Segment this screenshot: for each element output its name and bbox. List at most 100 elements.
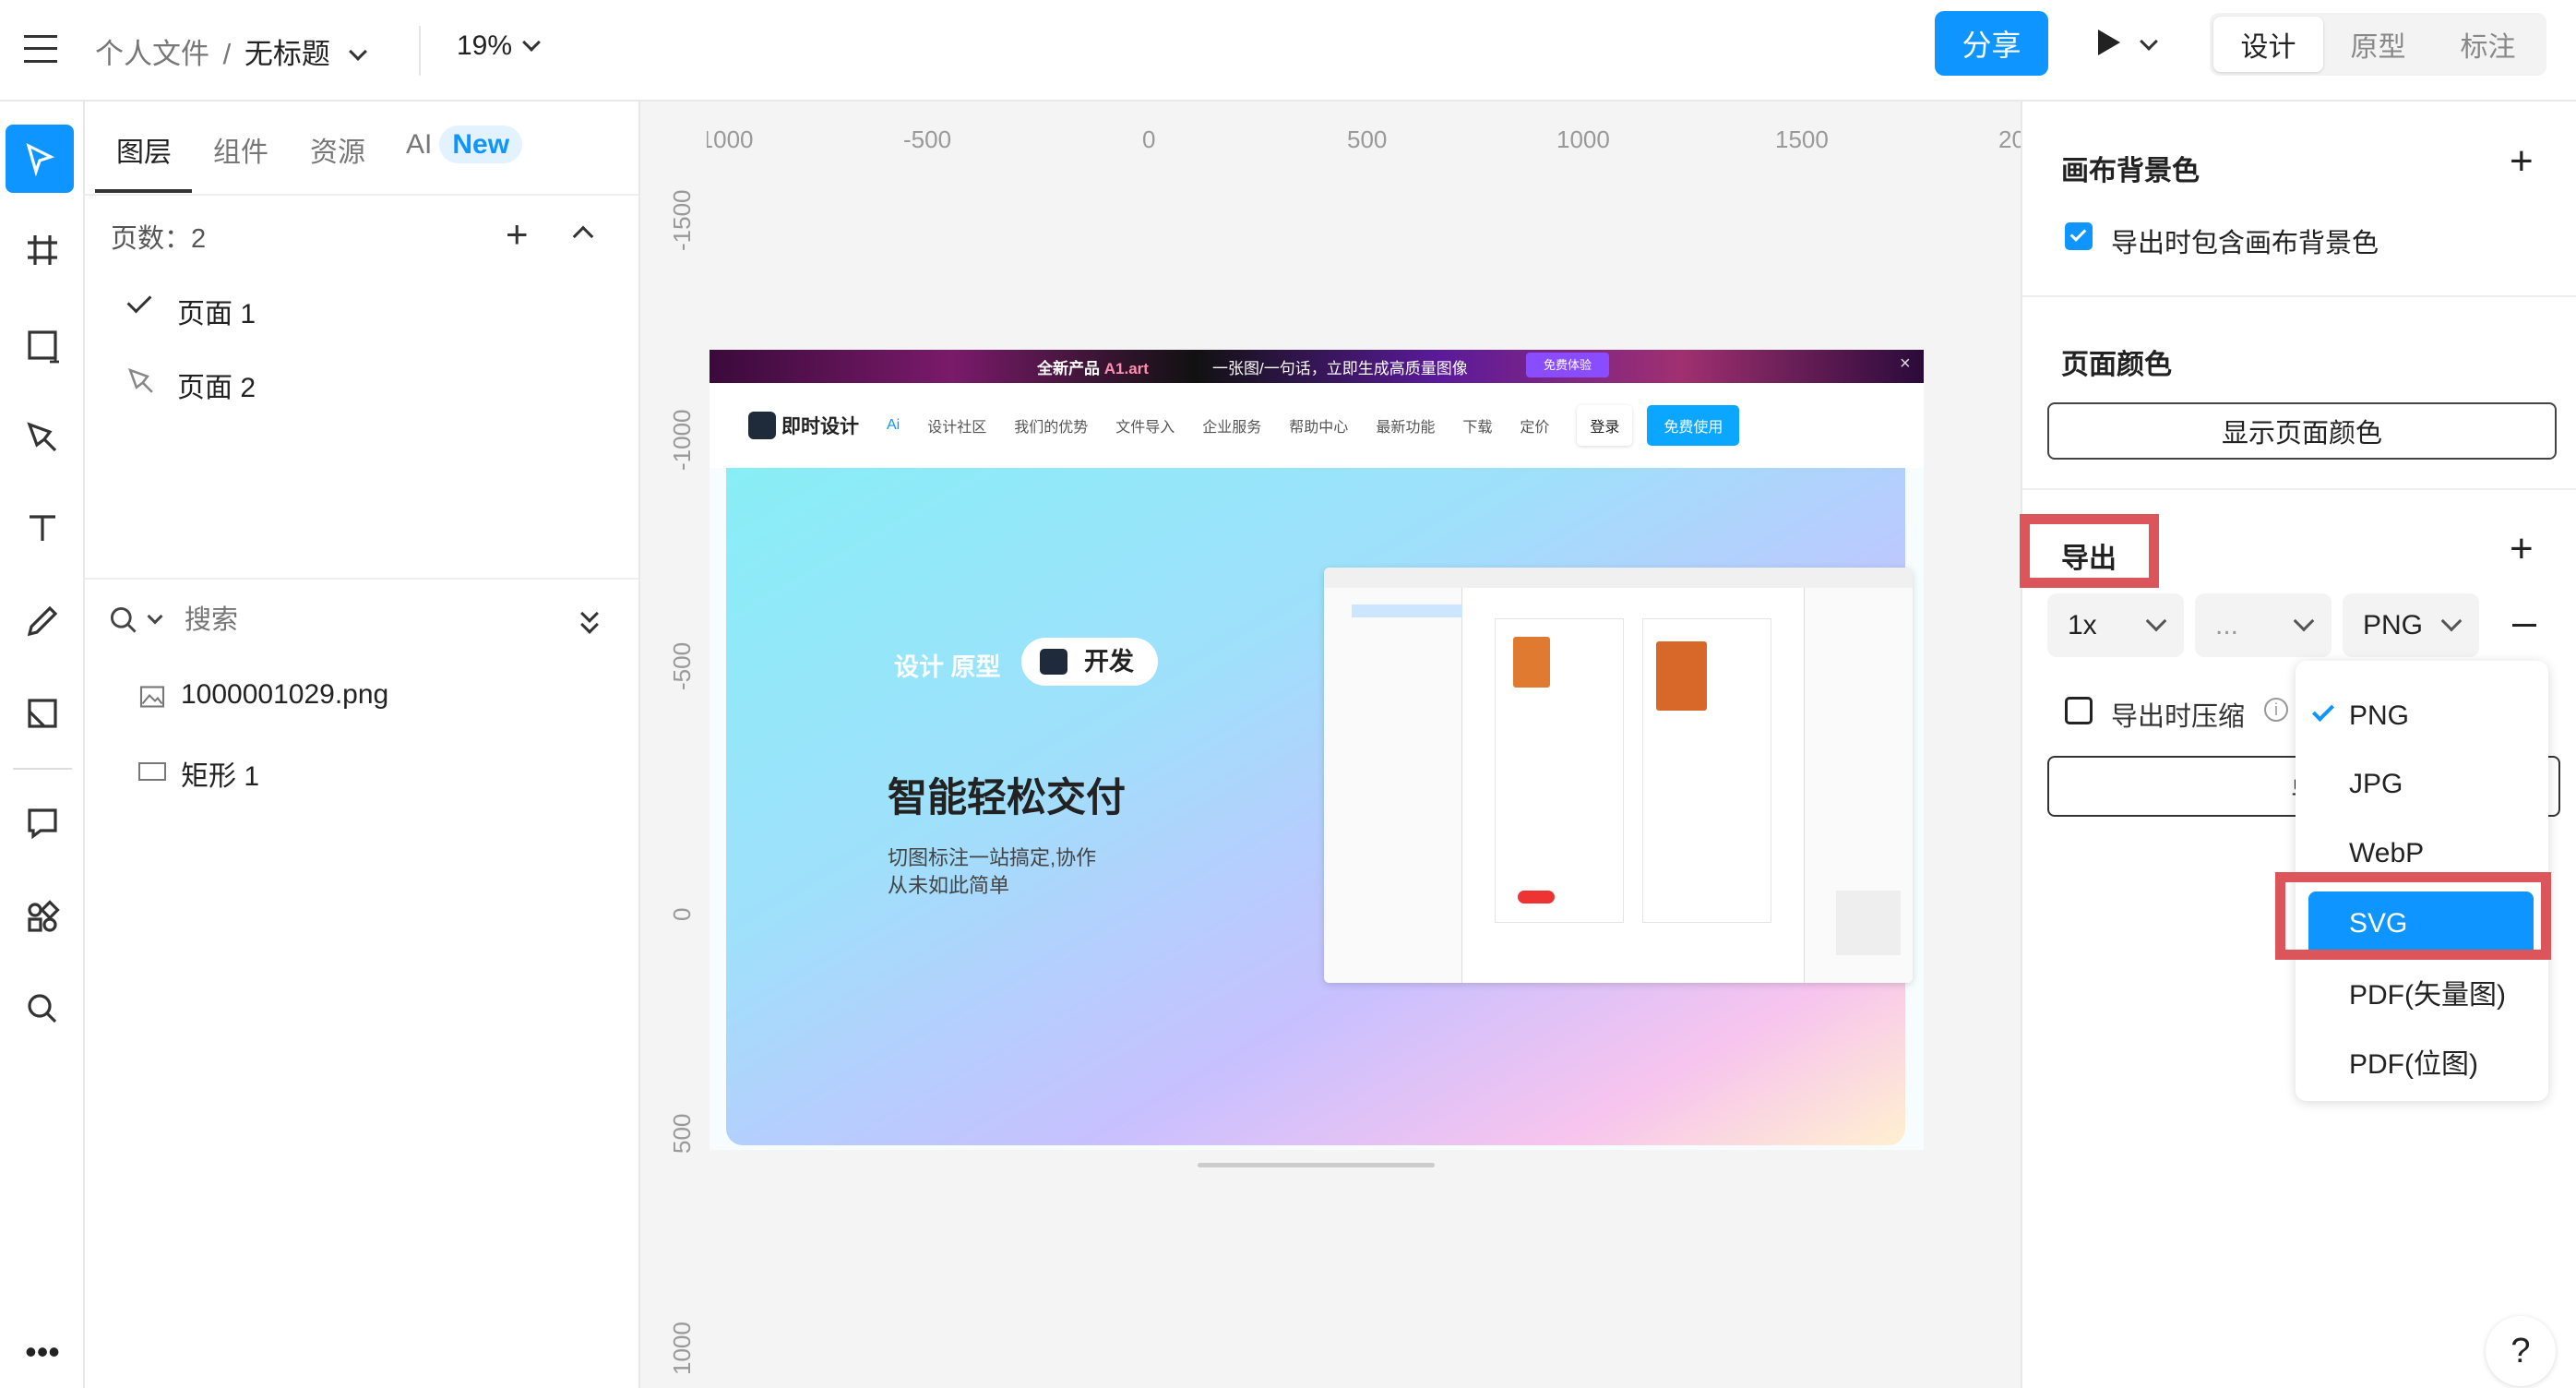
mode-label: 原型 xyxy=(2350,32,2406,63)
ruler-label: 500 xyxy=(1347,126,1388,153)
tab-components[interactable]: 组件 xyxy=(213,129,268,170)
nav-item: 文件导入 xyxy=(1115,420,1175,436)
horizontal-ruler: -1000 -500 0 500 1000 1500 20 xyxy=(640,102,2021,180)
frame-tool[interactable] xyxy=(13,221,72,280)
format-option-png[interactable]: PNG xyxy=(2296,684,2548,748)
hash-frame-icon xyxy=(28,235,57,265)
text-tool[interactable] xyxy=(13,498,72,557)
page-name: 页面 1 xyxy=(177,299,256,329)
format-option-jpg[interactable]: JPG xyxy=(2296,752,2548,817)
layer-name: 矩形 1 xyxy=(181,761,260,792)
close-icon: × xyxy=(1900,353,1911,374)
ruler-label: -1000 xyxy=(668,409,696,472)
hero-tags: 设计 原型 xyxy=(894,653,1001,681)
include-bg-label: 导出时包含画布背景色 xyxy=(2111,229,2379,258)
divider xyxy=(419,26,421,76)
zoom-value: 19% xyxy=(457,30,513,61)
show-page-color-button[interactable]: 显示页面颜色 xyxy=(2047,402,2557,460)
top-bar: 个人文件 / 无标题 19% 分享 设计 原型 标注 xyxy=(0,0,2576,102)
search-tool[interactable] xyxy=(13,979,72,1038)
canvas[interactable]: -1000 -500 0 500 1000 1500 20 -1500 -100… xyxy=(640,102,2021,1388)
tab-ai[interactable]: AI New xyxy=(406,126,523,163)
page-count: 页数：2 xyxy=(111,224,207,254)
text-icon xyxy=(30,515,55,541)
share-label: 分享 xyxy=(1962,29,2021,62)
app-preview-screenshot xyxy=(1324,568,1913,983)
more-icon[interactable]: ••• xyxy=(13,1322,72,1382)
add-export-icon[interactable]: + xyxy=(2510,526,2534,572)
plugins-tool[interactable] xyxy=(13,888,72,947)
menu-icon[interactable] xyxy=(24,35,57,63)
check-icon xyxy=(126,288,152,314)
pencil-tool[interactable] xyxy=(13,592,72,651)
ruler-label: -500 xyxy=(668,641,696,690)
mode-label: 设计 xyxy=(2240,32,2296,63)
help-icon: ? xyxy=(2510,1332,2531,1370)
compress-checkbox[interactable] xyxy=(2065,697,2093,724)
ruler-label: 20 xyxy=(1998,126,2021,153)
mode-label: 标注 xyxy=(2460,32,2516,63)
add-page-icon[interactable]: + xyxy=(506,212,529,257)
help-button[interactable]: ? xyxy=(2486,1316,2556,1386)
chevron-down-icon[interactable] xyxy=(2140,32,2158,51)
tab-assets[interactable]: 资源 xyxy=(310,129,365,170)
nav-item: 下载 xyxy=(1462,420,1493,436)
ruler-label: 1500 xyxy=(1775,126,1829,153)
move-tool[interactable] xyxy=(6,125,74,193)
format-option-pdf-vector[interactable]: PDF(矢量图) xyxy=(2296,960,2548,1024)
rectangle-icon xyxy=(28,330,59,364)
pen-tool[interactable] xyxy=(13,408,72,467)
breadcrumb-root[interactable]: 个人文件 xyxy=(95,38,209,70)
rectangle-tool[interactable] xyxy=(13,316,72,375)
suffix-select[interactable]: ... xyxy=(2195,593,2332,657)
nav-item: Ai xyxy=(887,417,900,433)
ruler-label: 500 xyxy=(668,1113,696,1154)
hero-subtitle: 切图标注一站搞定,协作 xyxy=(888,846,1097,869)
slice-tool[interactable] xyxy=(13,684,72,743)
add-icon[interactable]: + xyxy=(2510,138,2534,185)
remove-export-icon[interactable] xyxy=(2512,624,2536,627)
layer-item[interactable]: 矩形 1 xyxy=(138,749,618,792)
zoom-select[interactable]: 19% xyxy=(457,30,541,62)
format-option-pdf-bitmap[interactable]: PDF(位图) xyxy=(2296,1029,2548,1094)
tab-layers[interactable]: 图层 xyxy=(116,129,172,170)
option-label: PNG xyxy=(2349,700,2410,731)
promo-banner: 全新产品 A1.art 一张图/一句话，立即生成高质量图像 免费体验 × xyxy=(710,350,1924,383)
file-title[interactable]: 无标题 xyxy=(244,38,330,70)
artboard-image[interactable]: 全新产品 A1.art 一张图/一句话，立即生成高质量图像 免费体验 × 即时设… xyxy=(710,350,1924,1150)
chevron-down-icon[interactable] xyxy=(147,608,163,625)
mode-prototype[interactable]: 原型 xyxy=(2323,17,2433,72)
nav-free: 免费使用 xyxy=(1647,405,1740,446)
layer-name: 1000001029.png xyxy=(181,679,389,710)
page-item[interactable]: 页面 1 xyxy=(125,286,513,329)
divider xyxy=(13,768,72,770)
collapse-chevron-icon[interactable] xyxy=(572,225,594,247)
info-icon[interactable]: i xyxy=(2264,698,2288,722)
ruler-label: 0 xyxy=(668,907,696,921)
ruler-label: 1000 xyxy=(668,1322,696,1375)
chevron-down-icon[interactable] xyxy=(348,42,367,61)
horizontal-scrollbar[interactable] xyxy=(1198,1163,1435,1167)
ruler-label: -500 xyxy=(903,126,952,153)
canvas-bg-title: 画布背景色 xyxy=(2061,156,2200,186)
scale-select[interactable]: 1x xyxy=(2047,593,2184,657)
include-bg-checkbox[interactable] xyxy=(2065,222,2093,250)
pen-page-icon xyxy=(127,367,153,393)
play-icon[interactable] xyxy=(2098,30,2120,55)
layer-search-input[interactable] xyxy=(185,600,535,640)
comment-tool[interactable] xyxy=(13,794,72,853)
mode-annotate[interactable]: 标注 xyxy=(2433,17,2543,72)
page-item[interactable]: 页面 2 xyxy=(125,360,513,403)
mode-design[interactable]: 设计 xyxy=(2213,17,2323,72)
search-icon xyxy=(28,994,57,1023)
scale-value: 1x xyxy=(2068,609,2097,640)
nav-item: 企业服务 xyxy=(1202,420,1262,436)
expand-icon-lower xyxy=(580,616,599,634)
layer-item[interactable]: 1000001029.png xyxy=(138,676,618,718)
ruler-label: 1000 xyxy=(1556,126,1610,153)
share-button[interactable]: 分享 xyxy=(1935,11,2048,76)
format-select[interactable]: PNG xyxy=(2343,593,2479,657)
suffix-value: ... xyxy=(2215,609,2239,640)
rectangle-icon xyxy=(138,762,166,781)
option-label: PDF(矢量图) xyxy=(2349,980,2506,1011)
